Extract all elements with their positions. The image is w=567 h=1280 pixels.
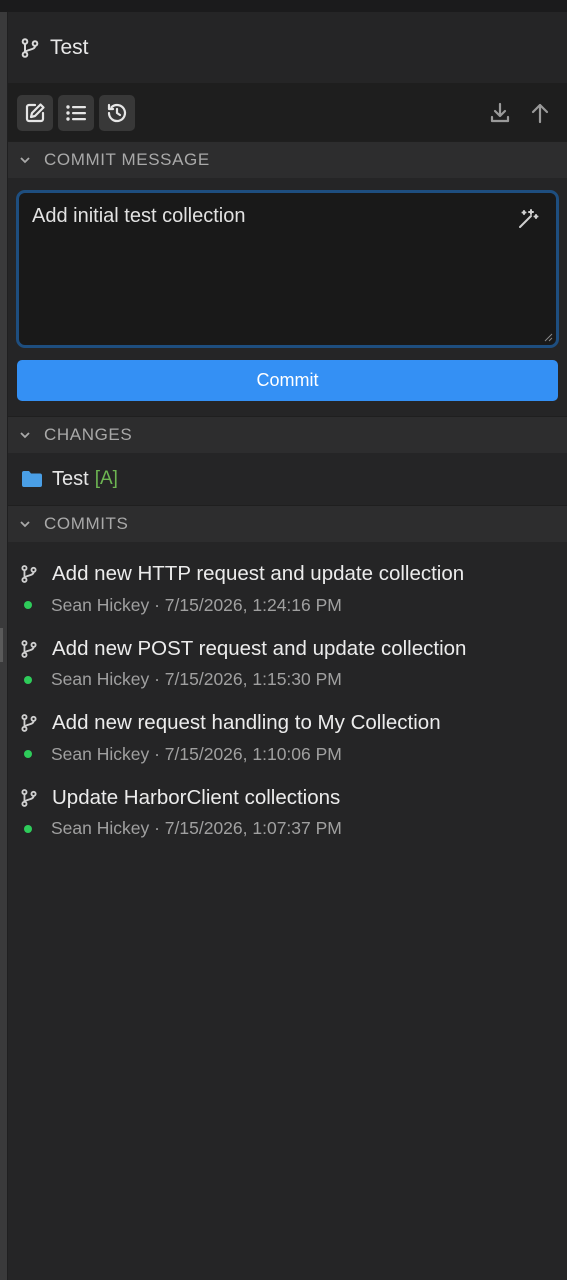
change-name: Test bbox=[52, 467, 89, 490]
git-commit-icon bbox=[19, 712, 39, 734]
push-icon bbox=[528, 101, 552, 125]
git-branch-icon bbox=[19, 37, 41, 59]
pull-button[interactable] bbox=[482, 95, 518, 131]
status-dot bbox=[24, 601, 32, 609]
edit-icon bbox=[23, 101, 47, 125]
resize-grip-icon[interactable] bbox=[543, 332, 553, 342]
source-control-panel: Test COMMIT MESSAGE Add initial test col… bbox=[8, 12, 567, 1280]
commit-meta: Sean Hickey · 7/15/2026, 1:15:30 PM bbox=[51, 669, 342, 689]
commit-meta: Sean Hickey · 7/15/2026, 1:07:37 PM bbox=[51, 818, 342, 838]
commits-list: Add new HTTP request and update collecti… bbox=[8, 542, 567, 856]
section-title: COMMIT MESSAGE bbox=[44, 150, 210, 169]
commit-message-text[interactable]: Add initial test collection bbox=[32, 205, 245, 227]
commit-message: Add new POST request and update collecti… bbox=[52, 636, 467, 660]
branch-header[interactable]: Test bbox=[8, 12, 567, 84]
commits-section-header[interactable]: COMMITS bbox=[8, 505, 567, 542]
commit-item[interactable]: Update HarborClient collections Sean Hic… bbox=[8, 782, 567, 857]
git-commit-icon bbox=[19, 563, 39, 585]
commit-button[interactable]: Commit bbox=[17, 360, 558, 401]
scm-toolbar bbox=[8, 84, 567, 141]
push-button[interactable] bbox=[522, 95, 558, 131]
sash-indicator[interactable] bbox=[0, 628, 3, 662]
window-top-strip bbox=[0, 0, 567, 12]
git-commit-icon bbox=[19, 787, 39, 809]
git-commit-icon bbox=[19, 638, 39, 660]
changes-list: Test [A] bbox=[8, 453, 567, 505]
chevron-down-icon bbox=[18, 153, 32, 167]
commit-message: Update HarborClient collections bbox=[52, 785, 341, 809]
status-dot bbox=[24, 675, 32, 684]
section-title: COMMITS bbox=[44, 514, 129, 533]
chevron-down-icon bbox=[18, 517, 32, 531]
status-dot bbox=[24, 750, 32, 758]
magic-wand-icon[interactable] bbox=[516, 207, 540, 231]
commit-meta: Sean Hickey · 7/15/2026, 1:10:06 PM bbox=[51, 743, 342, 764]
list-view-button[interactable] bbox=[58, 94, 94, 131]
folder-icon bbox=[21, 470, 43, 488]
commit-message: Add new HTTP request and update collecti… bbox=[52, 562, 465, 585]
branch-name: Test bbox=[50, 35, 89, 59]
history-button[interactable] bbox=[99, 94, 135, 131]
chevron-down-icon bbox=[18, 428, 32, 442]
history-icon bbox=[105, 101, 129, 125]
changes-section-header[interactable]: CHANGES bbox=[8, 416, 567, 453]
change-item[interactable]: Test [A] bbox=[8, 453, 567, 505]
commit-area: Add initial test collection Commit bbox=[8, 178, 567, 416]
pull-icon bbox=[488, 101, 512, 125]
commit-meta: Sean Hickey · 7/15/2026, 1:24:16 PM bbox=[51, 594, 342, 615]
commit-item[interactable]: Add new request handling to My Collectio… bbox=[8, 707, 567, 782]
status-dot bbox=[24, 824, 32, 833]
edit-button[interactable] bbox=[17, 94, 53, 131]
commit-message-section-header[interactable]: COMMIT MESSAGE bbox=[8, 141, 567, 178]
commit-message-input[interactable]: Add initial test collection bbox=[16, 190, 559, 348]
change-status-badge: [A] bbox=[94, 468, 118, 489]
commit-item[interactable]: Add new HTTP request and update collecti… bbox=[8, 558, 567, 633]
section-title: CHANGES bbox=[44, 425, 133, 444]
commit-item[interactable]: Add new POST request and update collecti… bbox=[8, 633, 567, 708]
list-icon bbox=[64, 101, 88, 125]
commit-message: Add new request handling to My Collectio… bbox=[52, 711, 441, 734]
